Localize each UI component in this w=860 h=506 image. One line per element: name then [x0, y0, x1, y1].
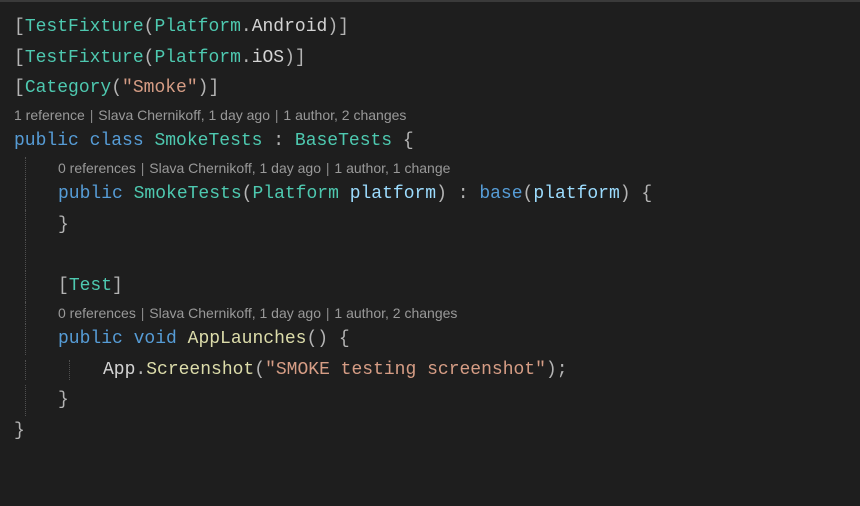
code-line: [TestFixture(Platform.iOS)]: [14, 43, 846, 74]
paren-open: (: [254, 360, 265, 380]
argument: platform: [533, 184, 619, 204]
codelens-separator: |: [321, 305, 334, 321]
object-ref: App: [103, 360, 135, 380]
bracket-open: [: [14, 17, 25, 37]
brace-close: }: [58, 390, 69, 410]
code-line: [Category("Smoke")]: [14, 73, 846, 104]
param-name: platform: [339, 184, 436, 204]
attribute-name: Test: [69, 276, 112, 296]
codelens-changes[interactable]: 1 author, 2 changes: [283, 107, 406, 123]
brace-close: }: [14, 421, 25, 441]
keyword: void: [134, 329, 177, 349]
string-literal: "SMOKE testing screenshot": [265, 360, 546, 380]
code-line: [Test]: [25, 271, 846, 302]
paren-close: ): [436, 184, 447, 204]
constructor-name: SmokeTests: [134, 184, 242, 204]
bracket-open: [: [14, 78, 25, 98]
code-line: App.Screenshot("SMOKE testing screenshot…: [14, 355, 846, 386]
codelens-author[interactable]: Slava Chernikoff, 1 day ago: [149, 305, 321, 321]
codelens-separator: |: [270, 107, 283, 123]
codelens-author[interactable]: Slava Chernikoff, 1 day ago: [98, 107, 270, 123]
paren-close: ): [317, 329, 328, 349]
keyword: base: [479, 184, 522, 204]
codelens-separator: |: [136, 160, 149, 176]
enum-member: iOS: [252, 48, 284, 68]
brace-open: {: [392, 131, 414, 151]
codelens-separator: |: [85, 107, 98, 123]
method-call: Screenshot: [146, 360, 254, 380]
paren-close: ): [327, 17, 338, 37]
class-name: SmokeTests: [154, 131, 262, 151]
keyword: public: [58, 184, 123, 204]
keyword: class: [90, 131, 144, 151]
code-line: public void AppLaunches() {: [25, 324, 846, 355]
attribute-name: TestFixture: [25, 48, 144, 68]
code-line: }: [25, 385, 846, 416]
semicolon: ;: [557, 360, 568, 380]
attribute-name: TestFixture: [25, 17, 144, 37]
bracket-close: ]: [208, 78, 219, 98]
bracket-close: ]: [295, 48, 306, 68]
type-ref: Platform: [154, 17, 240, 37]
colon: :: [447, 184, 479, 204]
code-line: public SmokeTests(Platform platform) : b…: [25, 179, 846, 210]
enum-member: Android: [252, 17, 328, 37]
paren-open: (: [306, 329, 317, 349]
param-type: Platform: [252, 184, 338, 204]
bracket-open: [: [14, 48, 25, 68]
colon: :: [262, 131, 294, 151]
brace-open: {: [328, 329, 350, 349]
codelens-separator: |: [321, 160, 334, 176]
codelens-changes[interactable]: 1 author, 2 changes: [334, 305, 457, 321]
paren-close: ): [284, 48, 295, 68]
paren-open: (: [144, 17, 155, 37]
bracket-open: [: [58, 276, 69, 296]
dot: .: [135, 360, 146, 380]
code-line: [TestFixture(Platform.Android)]: [14, 12, 846, 43]
dot: .: [241, 17, 252, 37]
base-class: BaseTests: [295, 131, 392, 151]
code-line: }: [14, 416, 846, 447]
code-line: }: [25, 210, 846, 241]
blank-line: [25, 240, 846, 271]
codelens-references[interactable]: 0 references: [58, 305, 136, 321]
brace-close: }: [58, 215, 69, 235]
paren-open: (: [523, 184, 534, 204]
brace-open: {: [631, 184, 653, 204]
method-name: AppLaunches: [188, 329, 307, 349]
attribute-name: Category: [25, 78, 111, 98]
code-line: public class SmokeTests : BaseTests {: [14, 126, 846, 157]
dot: .: [241, 48, 252, 68]
codelens-row: 0 references | Slava Chernikoff, 1 day a…: [25, 302, 846, 324]
string-literal: "Smoke": [122, 78, 198, 98]
codelens-changes[interactable]: 1 author, 1 change: [334, 160, 450, 176]
bracket-close: ]: [338, 17, 349, 37]
paren-open: (: [111, 78, 122, 98]
paren-close: ): [198, 78, 209, 98]
paren-close: ): [620, 184, 631, 204]
keyword: public: [58, 329, 123, 349]
type-ref: Platform: [154, 48, 240, 68]
codelens-row: 1 reference | Slava Chernikoff, 1 day ag…: [14, 104, 846, 126]
code-editor[interactable]: [TestFixture(Platform.Android)] [TestFix…: [14, 12, 846, 446]
bracket-close: ]: [112, 276, 123, 296]
codelens-references[interactable]: 0 references: [58, 160, 136, 176]
codelens-author[interactable]: Slava Chernikoff, 1 day ago: [149, 160, 321, 176]
codelens-row: 0 references | Slava Chernikoff, 1 day a…: [25, 157, 846, 179]
paren-close: ): [546, 360, 557, 380]
codelens-separator: |: [136, 305, 149, 321]
paren-open: (: [242, 184, 253, 204]
paren-open: (: [144, 48, 155, 68]
codelens-references[interactable]: 1 reference: [14, 107, 85, 123]
keyword: public: [14, 131, 79, 151]
